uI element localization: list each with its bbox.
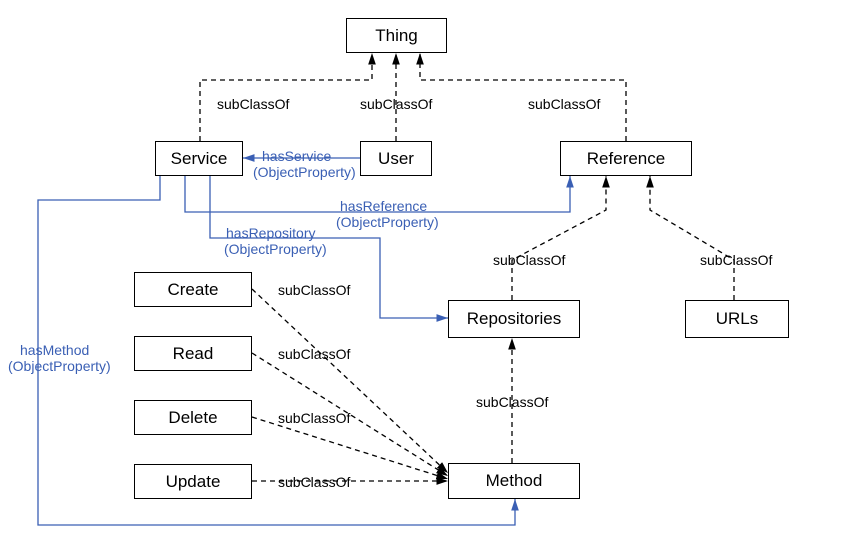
edges-layer xyxy=(0,0,843,554)
node-update: Update xyxy=(134,464,252,499)
node-delete: Delete xyxy=(134,400,252,435)
label-sc-delete-method: subClassOf xyxy=(278,410,350,426)
label-has-repository: hasRepository xyxy=(226,225,316,241)
node-thing: Thing xyxy=(346,18,447,53)
label-sc-create-method: subClassOf xyxy=(278,282,350,298)
label-sc-read-method: subClassOf xyxy=(278,346,350,362)
label-sc-method-repos: subClassOf xyxy=(476,394,548,410)
node-create: Create xyxy=(134,272,252,307)
node-urls: URLs xyxy=(685,300,789,338)
label-has-reference-note: (ObjectProperty) xyxy=(336,214,439,230)
ontology-diagram: Thing Service User Reference Create Read… xyxy=(0,0,843,554)
label-sc-urls-ref: subClassOf xyxy=(700,252,772,268)
label-has-reference: hasReference xyxy=(340,198,427,214)
label-sc-user-thing: subClassOf xyxy=(360,96,432,112)
label-has-method-note: (ObjectProperty) xyxy=(8,358,111,374)
node-repositories: Repositories xyxy=(448,300,580,338)
label-sc-repos-ref: subClassOf xyxy=(493,252,565,268)
node-read: Read xyxy=(134,336,252,371)
label-sc-update-method: subClassOf xyxy=(278,474,350,490)
label-has-service: hasService xyxy=(262,148,331,164)
label-has-repository-note: (ObjectProperty) xyxy=(224,241,327,257)
node-reference: Reference xyxy=(560,141,692,176)
label-has-method: hasMethod xyxy=(20,342,89,358)
label-sc-service-thing: subClassOf xyxy=(217,96,289,112)
label-sc-reference-thing: subClassOf xyxy=(528,96,600,112)
node-method: Method xyxy=(448,463,580,499)
label-has-service-note: (ObjectProperty) xyxy=(253,164,356,180)
node-user: User xyxy=(360,141,432,176)
node-service: Service xyxy=(155,141,243,176)
